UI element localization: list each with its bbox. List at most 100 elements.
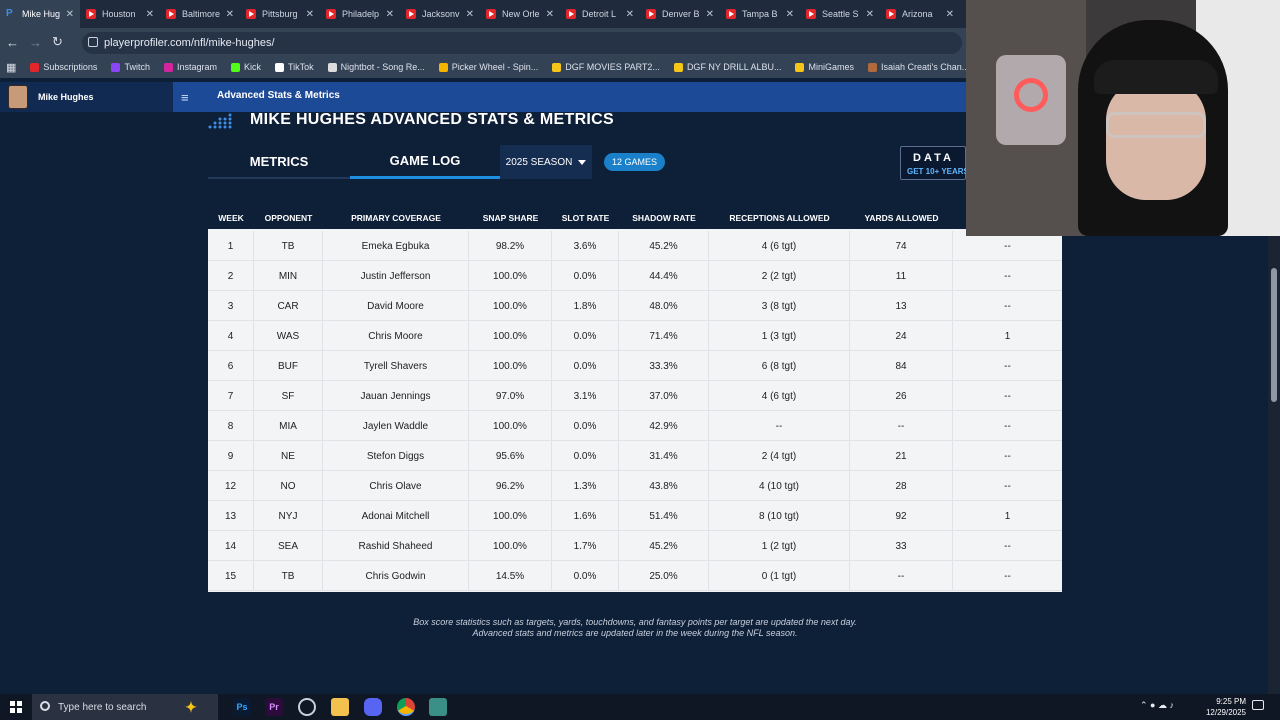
browser-tab[interactable]: Jacksonv ✕: [400, 0, 480, 28]
cell-extra: --: [1004, 390, 1011, 402]
cell-receptions-allowed: 3 (8 tgt): [709, 291, 850, 321]
cell-snap-share: 98.2%: [469, 231, 552, 261]
browser-tab[interactable]: New Orle ✕: [480, 0, 560, 28]
close-tab-icon[interactable]: ✕: [866, 9, 874, 20]
column-header-extra[interactable]: [953, 207, 1062, 229]
cell-week: 2: [208, 261, 254, 291]
cell-opponent: NYJ: [254, 501, 323, 531]
tab-game-log[interactable]: GAME LOG: [350, 145, 500, 179]
browser-tab[interactable]: Arizona ✕: [880, 0, 960, 28]
close-tab-icon[interactable]: ✕: [146, 9, 154, 20]
column-header-yards-allowed[interactable]: YARDS ALLOWED: [850, 207, 953, 229]
forward-icon[interactable]: →: [29, 35, 42, 50]
bookmark-favicon-icon: [673, 62, 683, 72]
discord-icon[interactable]: [364, 698, 382, 716]
bookmark-item[interactable]: DGF NY DRILL ALBU...: [673, 62, 781, 72]
cell-snap-share: 100.0%: [469, 321, 552, 351]
footnote-line-1: Box score statistics such as targets, ya…: [413, 617, 857, 627]
bookmark-favicon-icon: [438, 62, 448, 72]
bookmark-favicon-icon: [795, 62, 805, 72]
bookmark-label: Twitch: [124, 62, 150, 72]
browser-tab[interactable]: Tampa B ✕: [720, 0, 800, 28]
address-bar[interactable]: playerprofiler.com/nfl/mike-hughes/: [82, 32, 962, 54]
column-header-snap-share[interactable]: SNAP SHARE: [469, 207, 552, 229]
bookmark-item[interactable]: Picker Wheel - Spin...: [438, 62, 538, 72]
browser-tab[interactable]: Houston ✕: [80, 0, 160, 28]
browser-tab[interactable]: Denver B ✕: [640, 0, 720, 28]
steam-icon[interactable]: [298, 698, 316, 716]
youtube-favicon-icon: [726, 9, 736, 19]
site-info-icon[interactable]: [88, 37, 98, 47]
column-header-receptions-allowed[interactable]: RECEPTIONS ALLOWED: [709, 207, 850, 229]
browser-tab[interactable]: Philadelp ✕: [320, 0, 400, 28]
system-clock[interactable]: 9:25 PM 12/29/2025: [1200, 696, 1246, 718]
cell-yards-allowed: 74: [850, 231, 953, 261]
close-tab-icon[interactable]: ✕: [626, 9, 634, 20]
cell-primary-coverage: Chris Olave: [323, 471, 469, 501]
stats-logo-icon: [208, 113, 232, 129]
close-tab-icon[interactable]: ✕: [706, 9, 714, 20]
season-select[interactable]: 2025 SEASON: [500, 145, 592, 179]
close-tab-icon[interactable]: ✕: [386, 9, 394, 20]
data-promo-box[interactable]: DATA GET 10+ YEARS: [900, 146, 969, 180]
reload-icon[interactable]: ↻: [52, 34, 63, 50]
bookmark-favicon-icon: [230, 62, 240, 72]
column-header-shadow-rate[interactable]: SHADOW RATE: [619, 207, 709, 229]
bookmark-item[interactable]: TikTok: [275, 62, 314, 72]
cell-yards-allowed: 13: [850, 291, 953, 321]
youtube-favicon-icon: [166, 9, 176, 19]
cell-opponent: MIN: [254, 261, 323, 291]
cell-week: 12: [208, 471, 254, 501]
bookmark-item[interactable]: DGF MOVIES PART2...: [552, 62, 660, 72]
column-header-week[interactable]: WEEK: [208, 207, 254, 229]
app-icon[interactable]: [429, 698, 447, 716]
cell-primary-coverage: Emeka Egbuka: [323, 231, 469, 261]
apps-grid-icon[interactable]: ▦: [6, 61, 16, 74]
cell-week: 13: [208, 501, 254, 531]
close-tab-icon[interactable]: ✕: [466, 9, 474, 20]
close-tab-icon[interactable]: ✕: [306, 9, 314, 20]
close-tab-icon[interactable]: ✕: [786, 9, 794, 20]
sparkle-icon[interactable]: ✦: [182, 698, 200, 716]
browser-tab[interactable]: Pittsburg ✕: [240, 0, 320, 28]
close-tab-icon[interactable]: ✕: [66, 9, 74, 20]
browser-tab[interactable]: P Mike Hug ✕: [0, 0, 80, 28]
close-tab-icon[interactable]: ✕: [546, 9, 554, 20]
bookmark-item[interactable]: Instagram: [163, 62, 217, 72]
cell-extra: 1: [1004, 510, 1011, 522]
bookmark-item[interactable]: Twitch: [111, 62, 150, 72]
scrollbar-thumb[interactable]: [1271, 268, 1277, 402]
close-tab-icon[interactable]: ✕: [226, 9, 234, 20]
bookmark-item[interactable]: Nightbot - Song Re...: [327, 62, 425, 72]
column-header-primary-coverage[interactable]: PRIMARY COVERAGE: [323, 207, 469, 229]
browser-tab[interactable]: Seattle S ✕: [800, 0, 880, 28]
file-explorer-icon[interactable]: [331, 698, 349, 716]
player-sidebar-header[interactable]: Mike Hughes: [0, 82, 173, 112]
close-tab-icon[interactable]: ✕: [946, 9, 954, 20]
column-header-slot-rate[interactable]: SLOT RATE: [552, 207, 619, 229]
section-label: Advanced Stats & Metrics: [217, 90, 340, 101]
premiere-icon[interactable]: Pr: [265, 698, 283, 716]
bookmark-item[interactable]: Kick: [230, 62, 261, 72]
player-name: Mike Hughes: [38, 92, 94, 102]
chrome-icon[interactable]: [397, 698, 415, 716]
browser-tab[interactable]: Baltimore ✕: [160, 0, 240, 28]
bookmark-favicon-icon: [30, 62, 40, 72]
notification-icon[interactable]: [1252, 700, 1264, 710]
clock-time: 9:25 PM: [1216, 697, 1246, 706]
cell-slot-rate: 0.0%: [552, 561, 619, 591]
photoshop-icon[interactable]: Ps: [233, 698, 251, 716]
browser-tab-title: New Orle: [502, 9, 540, 19]
bookmark-label: TikTok: [288, 62, 314, 72]
bookmark-item[interactable]: Subscriptions: [30, 62, 97, 72]
bookmark-item[interactable]: MiniGames: [795, 62, 854, 72]
tab-metrics[interactable]: METRICS: [208, 145, 350, 179]
bookmark-item[interactable]: Isaiah Creati's Chan...: [867, 62, 969, 72]
menu-toggle-icon[interactable]: ≡: [181, 90, 189, 105]
tray-icons[interactable]: ⌃ ● ☁ ♪: [1140, 700, 1174, 711]
column-header-opponent[interactable]: OPPONENT: [254, 207, 323, 229]
back-icon[interactable]: ←: [6, 35, 19, 50]
browser-tab[interactable]: Detroit L ✕: [560, 0, 640, 28]
cell-shadow-rate: 51.4%: [619, 501, 709, 531]
windows-start-icon[interactable]: [10, 701, 22, 713]
